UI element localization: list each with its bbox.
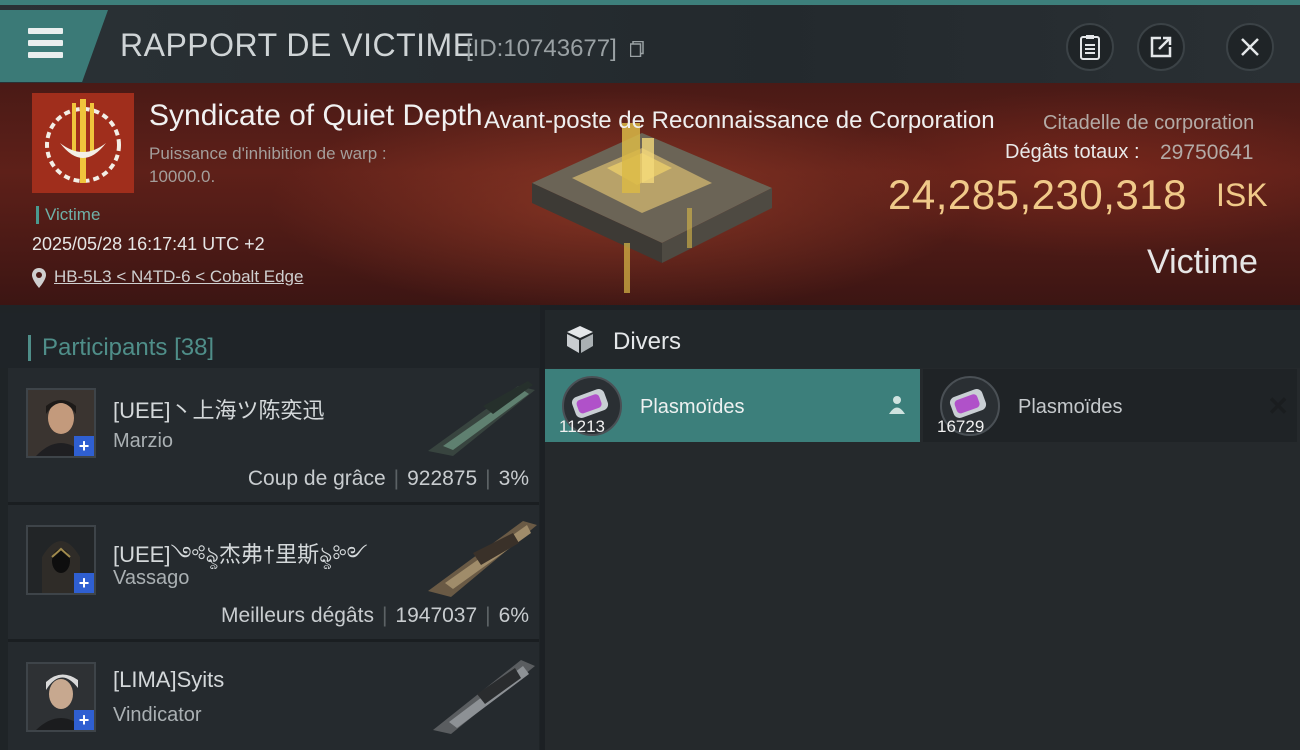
- isk-unit: ISK: [1216, 177, 1268, 213]
- participant-ship: Marzio: [113, 430, 174, 452]
- divers-title: Divers: [613, 328, 682, 355]
- page-title: RAPPORT DE VICTIME: [120, 27, 475, 63]
- location-pin-icon: [32, 268, 46, 288]
- plus-icon: +: [74, 436, 94, 456]
- location-link[interactable]: HB-5L3 < N4TD-6 < Cobalt Edge: [54, 267, 303, 286]
- ship-image: [433, 660, 535, 734]
- participant-stat-label: Coup de grâce: [247, 467, 386, 490]
- participant-name[interactable]: [UEE]丶上海ツ陈奕迅: [113, 393, 324, 425]
- participants-title: Participants [38]: [28, 335, 214, 361]
- person-icon: [889, 396, 905, 414]
- participant-stats: Coup de grâce | 922875 | 3%: [247, 467, 529, 490]
- participant-ship: Vassago: [113, 567, 190, 589]
- participant-ship: Vindicator: [113, 704, 202, 726]
- destroyed-x-icon: ✕: [1267, 391, 1289, 421]
- participant-row[interactable]: + [UEE]丶上海ツ陈奕迅 Marzio Coup de grâce | 9228…: [8, 368, 539, 505]
- participants-count: [38]: [174, 334, 215, 361]
- item-quantity: 11213: [559, 417, 606, 436]
- kill-location[interactable]: HB-5L3 < N4TD-6 < Cobalt Edge: [32, 267, 303, 288]
- participant-name[interactable]: [LIMA]Syits: [113, 667, 224, 693]
- clipboard-icon: [1080, 35, 1100, 60]
- pilot-avatar[interactable]: +: [26, 525, 96, 595]
- title-bar: RAPPORT DE VICTIME [ID:10743677]: [0, 5, 1300, 83]
- victim-ship-class: Citadelle de corporation: [1043, 112, 1255, 134]
- victim-ship-name[interactable]: Avant-poste de Reconnaissance de Corpora…: [484, 107, 995, 135]
- item-name: Plasmoïdes: [640, 396, 745, 418]
- participants-label: Participants: [42, 334, 168, 361]
- hamburger-icon: [28, 28, 63, 64]
- victim-status: Victime: [1147, 243, 1258, 281]
- participant-stat-label: Meilleurs dégâts: [221, 604, 374, 627]
- item-slot-selected[interactable]: 11213 Plasmoïdes: [545, 369, 920, 442]
- item-name: Plasmoïdes: [1018, 396, 1123, 418]
- pilot-avatar[interactable]: +: [26, 388, 96, 458]
- corporation-emblem-icon: [45, 99, 121, 183]
- warp-strength-value: 10000.0.: [149, 167, 216, 186]
- participant-row[interactable]: + [LIMA]Syits Vindicator: [8, 642, 539, 750]
- total-damage-label: Dégâts totaux :: [1005, 141, 1140, 163]
- copy-icon[interactable]: [630, 41, 644, 57]
- corporation-logo[interactable]: [32, 93, 134, 193]
- plus-icon: +: [74, 710, 94, 730]
- participant-damage: 1947037: [395, 604, 478, 627]
- victim-role-tag: Victime: [36, 206, 100, 224]
- participants-header: Participants [38]: [0, 313, 540, 368]
- divers-panel: Divers 11213 Plasmoïdes 16729 Plasmoïdes…: [545, 310, 1300, 750]
- report-id: [ID:10743677]: [466, 35, 617, 62]
- ship-image: [428, 521, 537, 597]
- ship-image: [428, 381, 535, 456]
- isk-value: 24,285,230,318: [888, 171, 1187, 218]
- participant-damage: 922875: [407, 467, 478, 490]
- cube-icon: [567, 326, 593, 353]
- pilot-avatar[interactable]: +: [26, 662, 96, 732]
- menu-button[interactable]: [0, 10, 108, 82]
- item-quantity: 16729: [937, 417, 985, 436]
- participant-row[interactable]: + [UEE]༺ৡ杰弗†里斯ৡ༻ Vassago Meilleurs dégât…: [8, 505, 539, 642]
- participant-stats: Meilleurs dégâts | 1947037 | 6%: [221, 604, 529, 627]
- participants-panel: Participants [38] + [UEE]丶上海ツ陈奕迅 Marzio …: [0, 305, 540, 750]
- warp-strength-label: Puissance d'inhibition de warp :: [149, 144, 387, 163]
- plus-icon: +: [74, 573, 94, 593]
- corporation-name[interactable]: Syndicate of Quiet Depth: [149, 99, 483, 133]
- citadel-structure-image: [532, 123, 772, 293]
- share-icon: [1150, 36, 1172, 58]
- victim-banner: Syndicate of Quiet Depth Puissance d'inh…: [0, 83, 1300, 305]
- share-button[interactable]: [1137, 23, 1185, 71]
- close-button[interactable]: [1226, 23, 1274, 71]
- participant-percent: 3%: [498, 467, 529, 490]
- item-slot[interactable]: 16729 Plasmoïdes ✕: [923, 369, 1297, 442]
- kill-datetime: 2025/05/28 16:17:41 UTC +2: [32, 234, 265, 254]
- total-damage-value: 29750641: [1160, 141, 1254, 164]
- participant-percent: 6%: [498, 604, 529, 627]
- close-icon: [1241, 38, 1259, 56]
- clipboard-button[interactable]: [1066, 23, 1114, 71]
- divers-header: Divers: [545, 310, 1300, 368]
